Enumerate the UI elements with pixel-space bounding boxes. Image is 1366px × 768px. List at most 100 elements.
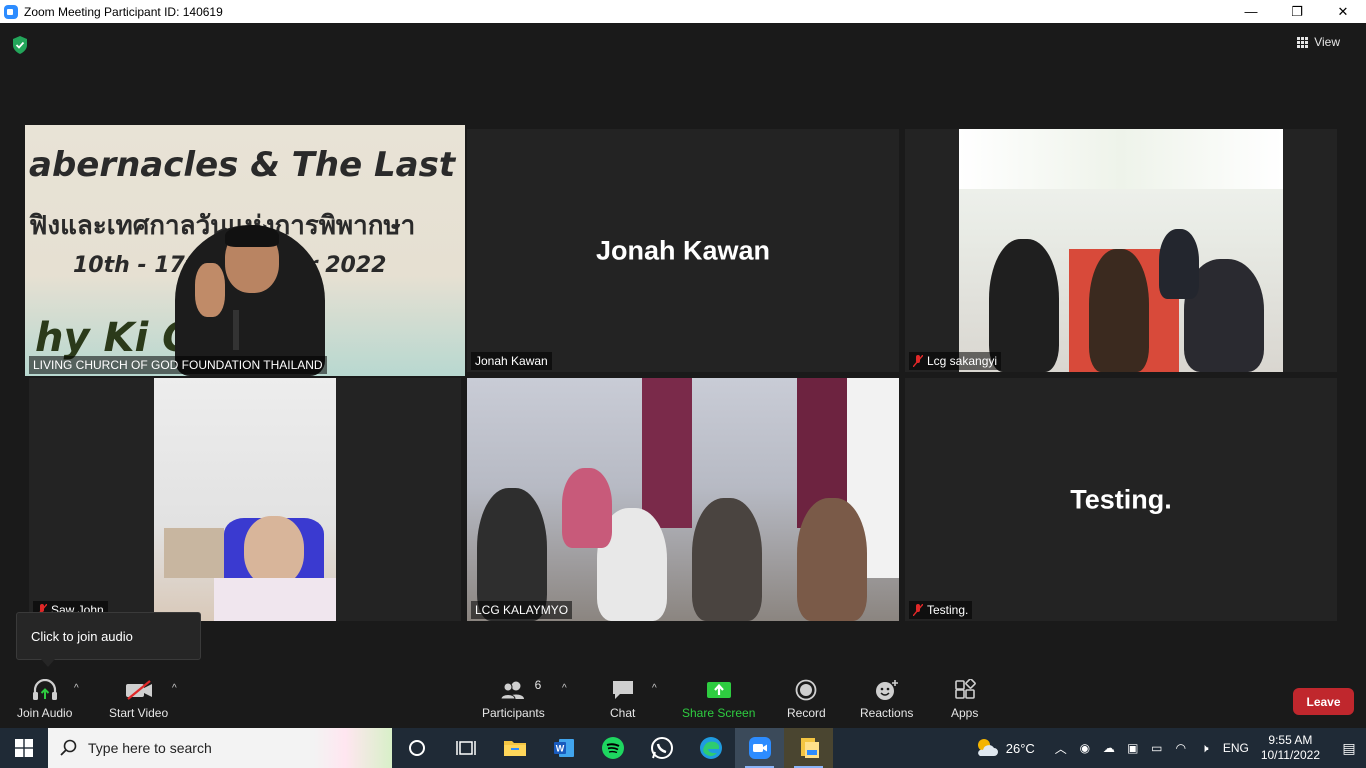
edge-app[interactable] xyxy=(686,728,735,768)
weather-temperature[interactable]: 26°C xyxy=(1006,741,1035,756)
attendee-figure xyxy=(1159,229,1199,299)
task-view-button[interactable] xyxy=(441,728,490,768)
start-video-button[interactable]: Start Video xyxy=(109,678,168,720)
cortana-circle-icon xyxy=(408,740,425,756)
join-audio-tooltip: Click to join audio xyxy=(16,612,201,667)
video-tile-living-church[interactable]: abernacles & The Last G ฟิงและเทศกาลวันแ… xyxy=(25,125,465,376)
edge-icon xyxy=(699,737,722,759)
join-audio-button[interactable]: Join Audio xyxy=(17,678,72,720)
window-title: Zoom Meeting Participant ID: 140619 xyxy=(24,4,223,19)
participant-name-tag: LCG KALAYMYO xyxy=(471,601,573,619)
window-light xyxy=(959,129,1283,189)
video-feed xyxy=(467,378,899,621)
whatsapp-app[interactable] xyxy=(637,728,686,768)
taskbar-clock[interactable]: 9:55 AM 10/11/2022 xyxy=(1261,733,1320,763)
word-app[interactable]: W xyxy=(539,728,588,768)
files-icon xyxy=(800,738,819,758)
banner-text-line1: abernacles & The Last G xyxy=(29,145,465,185)
wifi-icon[interactable]: ◠ xyxy=(1169,728,1193,768)
zoom-taskbar-app[interactable] xyxy=(735,728,784,768)
word-icon: W xyxy=(553,739,574,757)
participants-icon xyxy=(500,681,525,700)
taskbar-search-box[interactable]: Type here to search xyxy=(48,728,392,768)
search-placeholder: Type here to search xyxy=(88,740,212,756)
network-monitor-icon[interactable]: ▣ xyxy=(1121,728,1145,768)
apps-icon xyxy=(954,679,976,699)
share-screen-icon xyxy=(706,682,731,698)
spotify-app[interactable] xyxy=(588,728,637,768)
attendee-figure xyxy=(1089,249,1149,372)
participants-count: 6 xyxy=(534,678,542,692)
zoom-app-icon xyxy=(4,4,18,19)
clock-date: 10/11/2022 xyxy=(1260,748,1320,762)
window-controls: — ❐ ✕ xyxy=(1228,0,1366,23)
battery-icon[interactable]: ▭ xyxy=(1145,728,1169,768)
start-button[interactable] xyxy=(0,728,48,768)
video-tile-lcg-kalaymyo[interactable]: LCG KALAYMYO xyxy=(467,378,899,621)
table-items xyxy=(164,528,224,578)
curtain xyxy=(642,378,692,528)
video-feed xyxy=(959,129,1283,372)
view-label: View xyxy=(1314,35,1340,49)
mic-muted-icon xyxy=(913,355,923,367)
participant-name-tag: Lcg sakangyi xyxy=(909,352,1002,370)
attendee-figure xyxy=(692,498,762,621)
video-tile-saw-john[interactable]: Saw John xyxy=(29,378,461,621)
restore-button[interactable]: ❐ xyxy=(1274,0,1320,23)
video-off-icon xyxy=(125,680,152,700)
record-button[interactable]: Record xyxy=(787,678,826,720)
video-feed: abernacles & The Last G ฟิงและเทศกาลวันแ… xyxy=(25,125,465,376)
speaker-hand xyxy=(195,263,225,317)
chat-button[interactable]: Chat xyxy=(610,678,635,720)
spotify-icon xyxy=(601,737,624,759)
video-options-caret[interactable]: ^ xyxy=(172,683,177,694)
notifications-icon[interactable]: ▤ xyxy=(1332,728,1366,768)
apps-button[interactable]: Apps xyxy=(951,678,978,720)
video-tile-testing[interactable]: Testing. Testing. xyxy=(905,378,1337,621)
share-screen-button[interactable]: Share Screen xyxy=(682,678,755,720)
windows-taskbar: Type here to search W 26°C ︿ ◉ ☁ ▣ ▭ ◠ 🕨… xyxy=(0,728,1366,768)
video-tile-jonah-kawan[interactable]: Jonah Kawan Jonah Kawan xyxy=(467,129,899,372)
system-tray: 26°C ︿ ◉ ☁ ▣ ▭ ◠ 🕨 ENG 9:55 AM 10/11/202… xyxy=(974,728,1366,768)
video-tile-lcg-sakangyi[interactable]: Lcg sakangyi xyxy=(905,129,1337,372)
participants-button[interactable]: 6 Participants xyxy=(482,678,545,720)
grid-view-icon xyxy=(1297,36,1309,48)
attendee-figure xyxy=(562,468,612,548)
weather-sun-cloud-icon[interactable] xyxy=(974,736,1000,760)
zoom-icon xyxy=(748,737,771,759)
blanket xyxy=(214,578,336,621)
windows-logo-icon xyxy=(15,739,33,757)
input-language[interactable]: ENG xyxy=(1223,741,1249,755)
leave-button[interactable]: Leave xyxy=(1293,688,1354,715)
chevron-up-icon[interactable]: ︿ xyxy=(1049,728,1073,768)
participants-options-caret[interactable]: ^ xyxy=(562,683,567,694)
smiley-add-icon xyxy=(875,680,898,700)
security-shield-icon[interactable] xyxy=(12,36,28,54)
onedrive-cloud-icon[interactable]: ☁ xyxy=(1097,728,1121,768)
cortana-button[interactable] xyxy=(392,728,441,768)
sticky-files-app[interactable] xyxy=(784,728,833,768)
webcam-icon[interactable]: ◉ xyxy=(1073,728,1097,768)
window-titlebar: Zoom Meeting Participant ID: 140619 — ❐ … xyxy=(0,0,1366,23)
svg-text:W: W xyxy=(555,744,564,754)
view-button[interactable]: View xyxy=(1297,35,1340,49)
task-view-icon xyxy=(455,741,476,755)
reactions-button[interactable]: Reactions xyxy=(860,678,913,720)
chat-bubble-icon xyxy=(612,681,633,699)
close-button[interactable]: ✕ xyxy=(1320,0,1366,23)
attendee-figure xyxy=(797,498,867,621)
patient-face xyxy=(244,516,304,586)
folder-icon xyxy=(503,741,526,756)
file-explorer-app[interactable] xyxy=(490,728,539,768)
audio-options-caret[interactable]: ^ xyxy=(74,683,79,694)
microphone xyxy=(233,310,239,350)
whatsapp-icon xyxy=(650,737,673,759)
record-icon xyxy=(795,679,817,701)
volume-icon[interactable]: 🕨 xyxy=(1193,728,1217,768)
clock-time: 9:55 AM xyxy=(1268,733,1313,747)
chat-options-caret[interactable]: ^ xyxy=(652,683,657,694)
headphones-icon xyxy=(32,679,57,700)
search-highlight-art xyxy=(314,728,392,768)
minimize-button[interactable]: — xyxy=(1228,0,1274,23)
participant-name-tag: Jonah Kawan xyxy=(471,352,552,370)
